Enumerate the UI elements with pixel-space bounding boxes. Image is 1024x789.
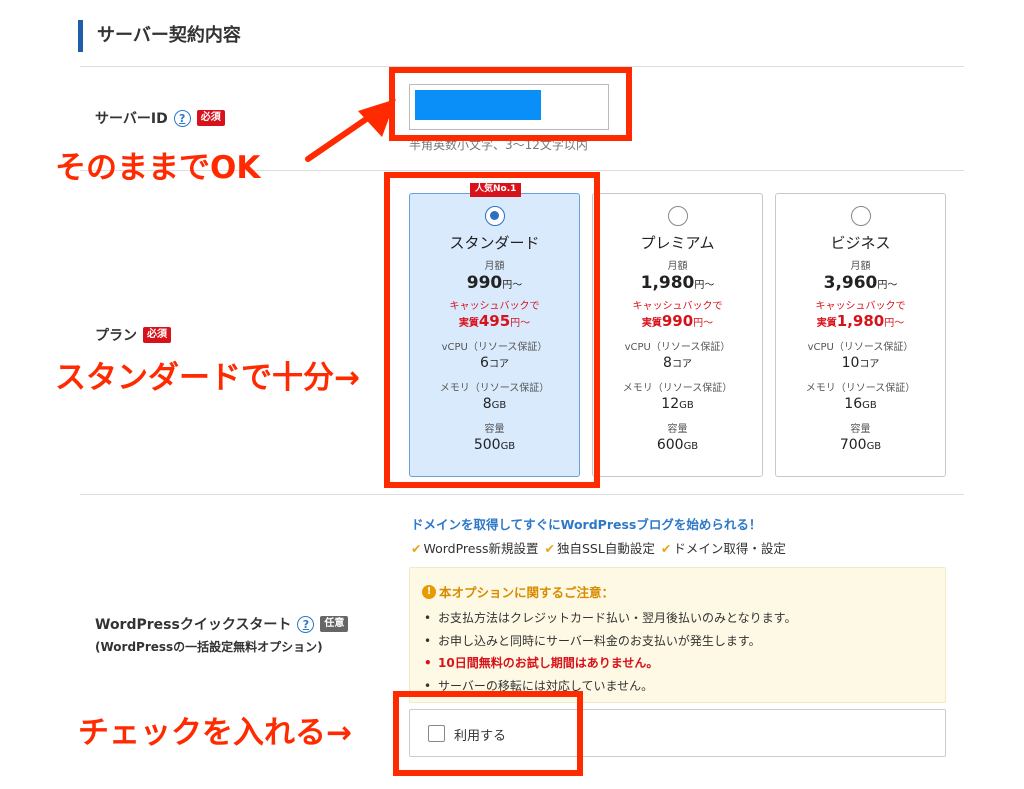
memory-value: 12GB <box>661 396 694 412</box>
annotation-check: チェックを入れる→ <box>78 715 352 751</box>
cashback-label: キャッシュバックで <box>815 301 906 312</box>
section-title: サーバー契約内容 <box>78 20 241 52</box>
plan-card[interactable]: プレミアム月額 1,980円〜キャッシュバックで 実質990円〜 vCPU（リソース保… <box>592 193 763 477</box>
required-badge: 必須 <box>143 327 171 343</box>
warning-icon: ! <box>422 584 436 599</box>
wordpress-label-group: WordPressクイックスタート ? 任意 <box>95 614 349 634</box>
plan-price: 1,980円〜 <box>640 273 715 293</box>
plan-label: プラン <box>95 328 137 344</box>
storage-value: 700GB <box>839 437 882 453</box>
notice-title: ! 本オプションに関するご注意： <box>422 582 945 601</box>
server-id-label: サーバーID <box>95 111 168 127</box>
help-icon[interactable]: ? <box>173 109 191 127</box>
vcpu-value: 10コア <box>841 355 880 371</box>
vcpu-value: 8コア <box>663 355 692 371</box>
wordpress-sublabel: (WordPressの一括設定無料オプション) <box>95 640 323 654</box>
plan-name: ビジネス <box>830 234 891 252</box>
notice-item: お支払方法はクレジットカード払い・翌月後払いのみとなります。 <box>422 607 945 630</box>
storage-label: 容量 <box>850 424 871 435</box>
annotation-box-server-id <box>389 67 632 141</box>
feature-label: ドメイン取得・設定 <box>673 541 786 556</box>
help-icon[interactable]: ? <box>297 615 315 633</box>
vcpu-label: vCPU（リソース保証） <box>624 342 731 353</box>
cashback-label: キャッシュバックで <box>632 301 723 312</box>
memory-label: メモリ（リソース保証） <box>805 383 916 394</box>
monthly-label: 月額 <box>850 261 871 272</box>
feature-label: WordPress新規設置 <box>423 541 539 556</box>
annotation-arrow <box>305 99 396 162</box>
feature-item: ✔ 独自SSL自動設定 <box>545 538 655 557</box>
wordpress-features: ✔ WordPress新規設置 ✔ 独自SSL自動設定 ✔ ドメイン取得・設定 <box>411 538 786 557</box>
storage-value: 600GB <box>656 437 699 453</box>
notice-list: お支払方法はクレジットカード払い・翌月後払いのみとなります。 お申し込みと同時に… <box>422 607 945 697</box>
annotation-box-use-checkbox <box>393 691 583 776</box>
feature-item: ✔ ドメイン取得・設定 <box>661 538 786 557</box>
annotation-box-standard-plan <box>384 172 600 488</box>
required-badge: 必須 <box>196 110 225 126</box>
real-price: 実質1,980円〜 <box>816 312 905 330</box>
wordpress-headline: ドメインを取得してすぐにWordPressブログを始められる！ <box>411 517 762 532</box>
wordpress-label: WordPressクイックスタート <box>95 617 292 633</box>
notice-item: お申し込みと同時にサーバー料金のお支払いが発生します。 <box>422 630 945 653</box>
plan-label-group: プラン 必須 <box>95 325 171 345</box>
annotation-ok: そのままでOK <box>55 150 261 186</box>
annotation-standard: スタンダードで十分→ <box>55 360 360 396</box>
check-icon: ✔ <box>660 541 672 556</box>
plan-card[interactable]: ビジネス月額 3,960円〜キャッシュバックで 実質1,980円〜 vCPU（リソース… <box>775 193 946 477</box>
feature-item: ✔ WordPress新規設置 <box>411 538 539 557</box>
plan-price: 3,960円〜 <box>823 273 898 293</box>
memory-label: メモリ（リソース保証） <box>622 383 733 394</box>
real-price: 実質990円〜 <box>641 312 714 330</box>
monthly-label: 月額 <box>667 261 688 272</box>
check-icon: ✔ <box>411 541 422 556</box>
divider <box>80 494 964 495</box>
plan-name: プレミアム <box>640 234 715 252</box>
vcpu-label: vCPU（リソース保証） <box>807 342 914 353</box>
optional-badge: 任意 <box>320 616 349 632</box>
plan-radio[interactable] <box>667 206 688 226</box>
feature-label: 独自SSL自動設定 <box>557 541 655 556</box>
storage-label: 容量 <box>667 424 688 435</box>
notice-box: ! 本オプションに関するご注意： お支払方法はクレジットカード払い・翌月後払いの… <box>409 567 946 703</box>
memory-value: 16GB <box>844 396 877 412</box>
notice-item: 10日間無料のお試し期間はありません。 <box>422 652 945 675</box>
notice-title-text: 本オプションに関するご注意： <box>439 585 615 600</box>
server-id-label-group: サーバーID ? 必須 <box>95 108 225 128</box>
check-icon: ✔ <box>544 541 555 556</box>
plan-radio[interactable] <box>850 206 871 226</box>
server-contract-page: サーバー契約内容 サーバーID ? 必須 半角英数小文字、3〜12文字以内 プラ… <box>0 0 1024 789</box>
